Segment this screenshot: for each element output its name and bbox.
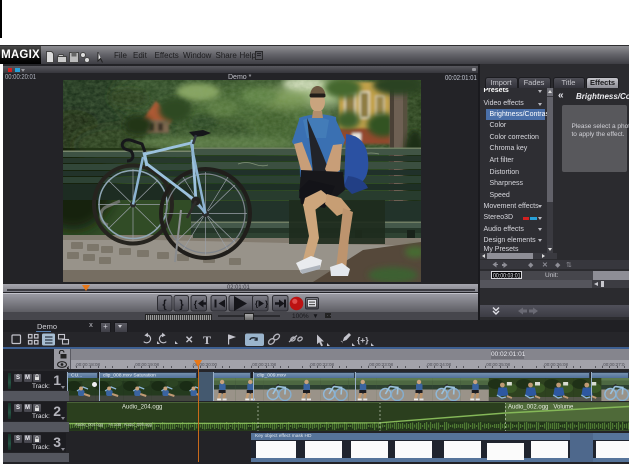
svg-text:{: { xyxy=(162,298,167,310)
svg-text:{: { xyxy=(194,299,198,309)
svg-text:{: { xyxy=(255,299,258,308)
svg-text:✕: ✕ xyxy=(185,335,193,346)
svg-text:T: T xyxy=(203,333,211,347)
svg-text:}: } xyxy=(179,298,184,310)
svg-text:{+}: {+} xyxy=(357,335,369,345)
svg-text:}: } xyxy=(265,299,268,308)
